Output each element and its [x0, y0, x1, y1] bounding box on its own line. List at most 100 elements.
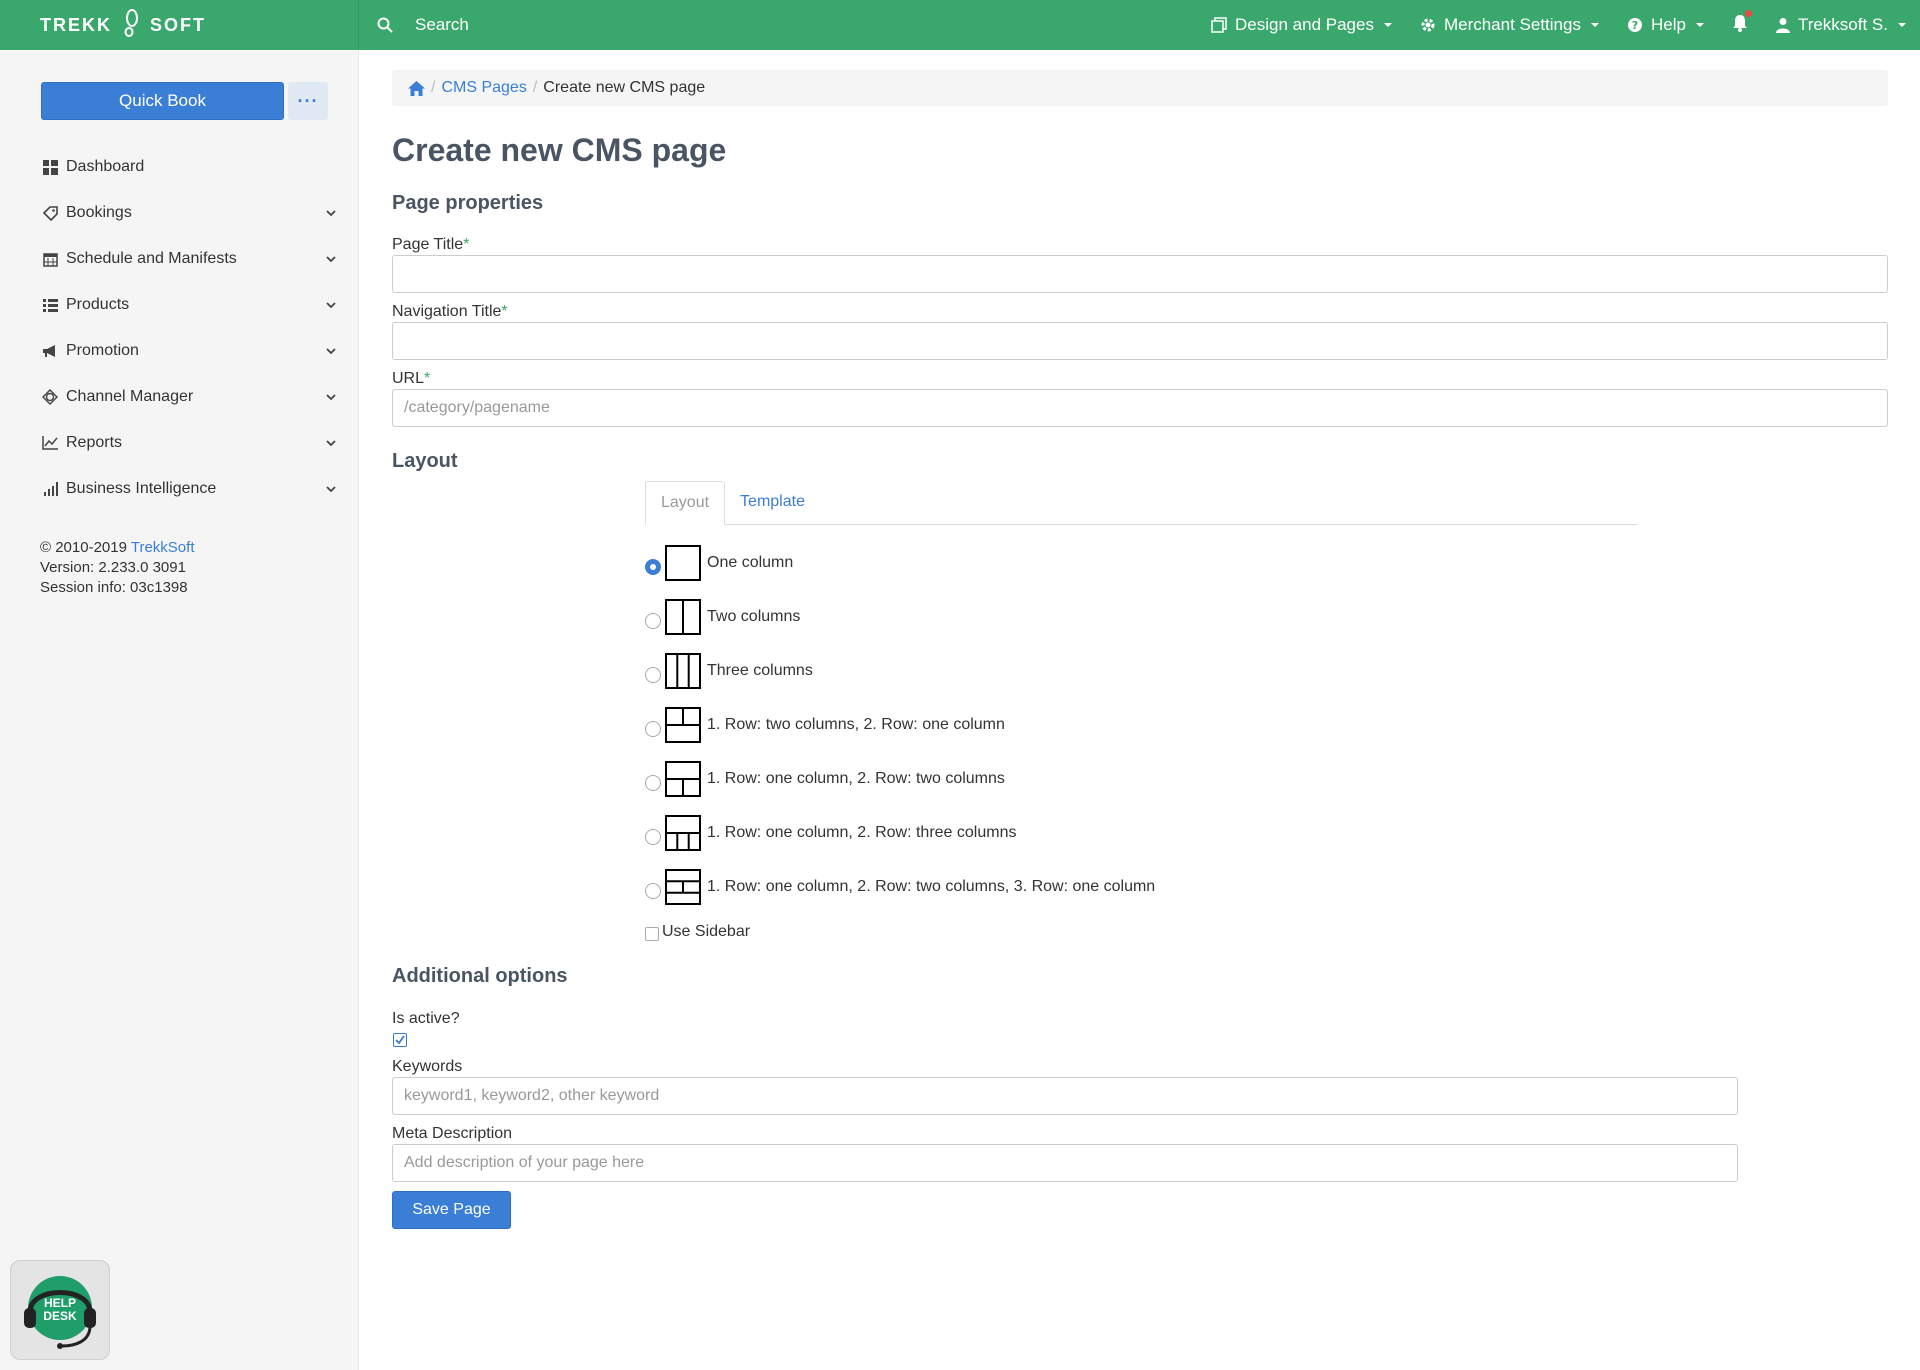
calendar-icon — [42, 251, 58, 267]
global-search[interactable]: Search — [359, 15, 1197, 35]
layout-radio[interactable] — [645, 883, 661, 899]
additional-options-heading: Additional options — [392, 965, 568, 987]
trekksoft-logo[interactable]: TREKK SOFT — [0, 0, 359, 50]
svg-text:?: ? — [1632, 19, 1638, 32]
use-sidebar-checkbox[interactable] — [645, 927, 659, 941]
required-mark: * — [501, 303, 508, 320]
trekksoft-link[interactable]: TrekkSoft — [131, 539, 195, 556]
helpdesk-headset-icon: HELP DESK — [24, 1276, 96, 1349]
is-active-checkbox[interactable] — [393, 1033, 407, 1047]
layout-option-label: One column — [707, 554, 794, 571]
layout-radio[interactable] — [645, 613, 661, 629]
notifications-button[interactable] — [1718, 0, 1762, 50]
checkmark-icon — [395, 1035, 405, 1045]
sidebar-item-label: Channel Manager — [66, 388, 194, 405]
bell-icon — [1732, 9, 1752, 37]
help-menu[interactable]: ? Help — [1613, 0, 1718, 50]
one-then-three-layout-icon — [665, 815, 701, 851]
page-title-input[interactable] — [392, 255, 1888, 293]
caret-down-icon — [1383, 23, 1392, 27]
layout-option-label: Three columns — [707, 662, 813, 679]
sidebar-item-label: Business Intelligence — [66, 480, 217, 497]
home-icon[interactable] — [408, 80, 425, 96]
sidebar-item-dashboard[interactable]: Dashboard — [42, 144, 342, 190]
footprint-icon — [120, 8, 142, 43]
three-columns-layout-icon — [665, 653, 701, 689]
one-column-layout-icon — [665, 545, 701, 581]
page-properties-heading: Page properties — [392, 192, 544, 214]
navigation-title-input[interactable] — [392, 322, 1888, 360]
tag-icon — [42, 205, 58, 221]
layout-option-one-column[interactable]: One column — [645, 543, 793, 583]
page-title-label-text: Page Title — [392, 236, 464, 253]
url-label-text: URL — [392, 370, 425, 387]
design-pages-menu[interactable]: Design and Pages — [1197, 0, 1406, 50]
layout-radio[interactable] — [645, 667, 661, 683]
layout-option-one-two-one[interactable]: 1. Row: one column, 2. Row: two columns,… — [645, 867, 1155, 907]
chevron-down-icon — [326, 302, 336, 309]
session-text: Session info: 03c1398 — [40, 579, 188, 596]
sidebar-item-channel-manager[interactable]: Channel Manager — [42, 374, 342, 420]
layout-radio[interactable] — [645, 829, 661, 845]
sidebar-item-schedule[interactable]: Schedule and Manifests — [42, 236, 342, 282]
meta-description-input[interactable]: Add description of your page here — [392, 1144, 1738, 1182]
helpdesk-button[interactable]: HELP DESK — [10, 1260, 110, 1360]
copyright-text: © 2010-2019 — [40, 539, 131, 556]
chevron-down-icon — [326, 394, 336, 401]
helpdesk-text-2: DESK — [43, 1309, 77, 1323]
layout-radio[interactable] — [645, 775, 661, 791]
chevron-down-icon — [326, 210, 336, 217]
breadcrumb: / CMS Pages / Create new CMS page — [392, 70, 1888, 106]
top-bar: TREKK SOFT Search Design and Pages Merch… — [0, 0, 1920, 50]
layout-option-three-columns[interactable]: Three columns — [645, 651, 813, 691]
merchant-settings-menu[interactable]: Merchant Settings — [1406, 0, 1613, 50]
breadcrumb-cms-pages[interactable]: CMS Pages — [441, 79, 526, 97]
design-pages-label: Design and Pages — [1235, 15, 1374, 34]
required-mark: * — [463, 236, 470, 253]
navigation-title-label-text: Navigation Title — [392, 303, 502, 320]
layout-option-one-then-three[interactable]: 1. Row: one column, 2. Row: three column… — [645, 813, 1016, 853]
layout-option-label: 1. Row: one column, 2. Row: three column… — [707, 824, 1017, 841]
two-then-one-layout-icon — [665, 707, 701, 743]
one-then-two-layout-icon — [665, 761, 701, 797]
layout-heading: Layout — [392, 450, 458, 472]
layout-option-one-then-two[interactable]: 1. Row: one column, 2. Row: two columns — [645, 759, 1005, 799]
tab-template[interactable]: Template — [725, 480, 820, 524]
is-active-label: Is active? — [392, 1010, 460, 1027]
pages-icon — [1211, 17, 1227, 33]
help-circle-icon: ? — [1627, 18, 1642, 32]
page-title-label: Page Title* — [392, 236, 469, 254]
sidebar-item-label: Reports — [66, 434, 123, 451]
meta-description-label: Meta Description — [392, 1125, 513, 1142]
quick-book-more-button[interactable]: ··· — [288, 82, 328, 120]
logo-text-right: SOFT — [150, 14, 206, 35]
use-sidebar-option[interactable]: Use Sidebar — [645, 923, 750, 941]
sidebar-item-business-intelligence[interactable]: Business Intelligence — [42, 466, 342, 512]
layout-radio[interactable] — [645, 559, 661, 575]
one-two-one-layout-icon — [665, 869, 701, 905]
gear-icon — [1421, 18, 1435, 32]
chevron-down-icon — [326, 440, 336, 447]
sidebar-item-promotion[interactable]: Promotion — [42, 328, 342, 374]
save-page-button[interactable]: Save Page — [392, 1191, 511, 1229]
list-icon — [42, 297, 58, 313]
sidebar-item-bookings[interactable]: Bookings — [42, 190, 342, 236]
layout-option-two-columns[interactable]: Two columns — [645, 597, 800, 637]
layout-radio[interactable] — [645, 721, 661, 737]
sidebar-item-label: Products — [66, 296, 130, 313]
quick-book-button[interactable]: Quick Book — [41, 82, 284, 120]
sidebar-item-reports[interactable]: Reports — [42, 420, 342, 466]
layout-option-label: 1. Row: one column, 2. Row: two columns,… — [707, 878, 1156, 895]
layout-option-two-then-one[interactable]: 1. Row: two columns, 2. Row: one column — [645, 705, 1005, 745]
logo-text-left: TREKK — [40, 14, 112, 35]
user-menu[interactable]: Trekksoft S. — [1762, 0, 1920, 50]
search-label: Search — [415, 15, 469, 34]
tab-layout[interactable]: Layout — [645, 481, 726, 525]
keywords-input[interactable]: keyword1, keyword2, other keyword — [392, 1077, 1738, 1115]
sidebar-item-products[interactable]: Products — [42, 282, 342, 328]
chevron-down-icon — [326, 486, 336, 493]
url-input[interactable]: /category/pagename — [392, 389, 1888, 427]
sidebar-item-label: Promotion — [66, 342, 139, 359]
layout-tabs: Layout Template — [645, 481, 1638, 525]
url-label: URL* — [392, 370, 430, 388]
